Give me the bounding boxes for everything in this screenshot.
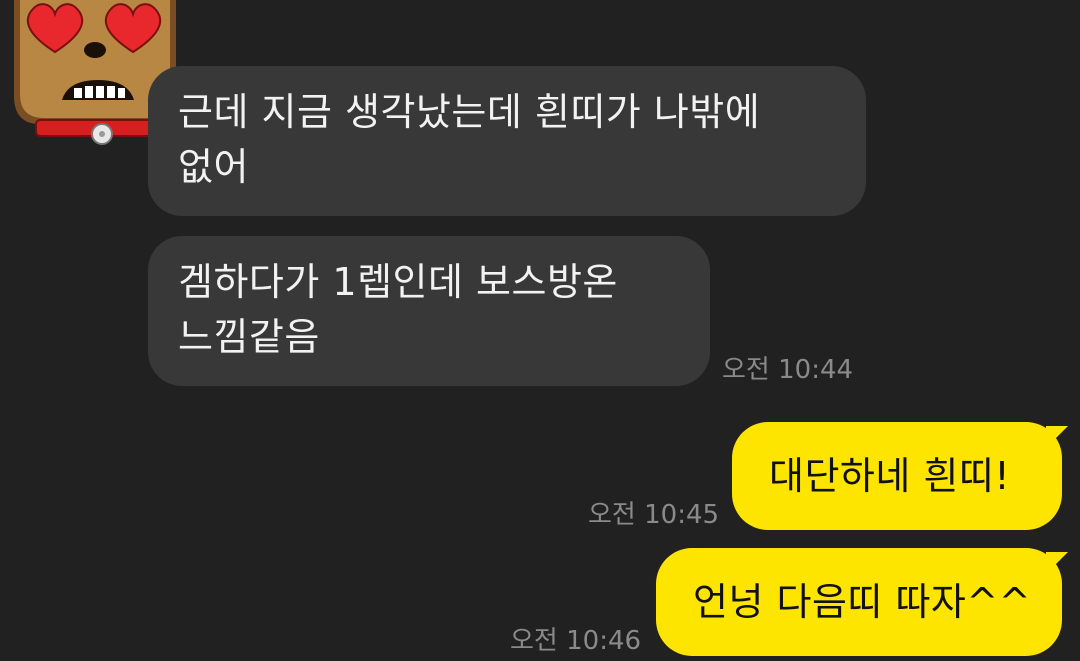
incoming-message-bubble[interactable]: 겜하다가 1렙인데 보스방온 느낌같음 xyxy=(148,236,710,386)
outgoing-message-bubble[interactable]: 대단하네 흰띠! xyxy=(732,422,1062,530)
message-timestamp: 오전 10:46 xyxy=(510,626,642,656)
outgoing-message-bubble[interactable]: 언넝 다음띠 따자^^ xyxy=(656,548,1062,656)
message-text-line: 겜하다가 1렙인데 보스방온 xyxy=(178,260,618,304)
message-text-line: 근데 지금 생각났는데 흰띠가 나밖에 xyxy=(178,90,761,134)
bubble-tail xyxy=(1046,552,1068,574)
message-timestamp: 오전 10:45 xyxy=(588,500,720,530)
message-timestamp: 오전 10:44 xyxy=(722,355,854,385)
message-text-line: 없어 xyxy=(178,145,249,189)
message-text: 언넝 다음띠 따자^^ xyxy=(693,580,1032,624)
incoming-message-bubble[interactable]: 근데 지금 생각났는데 흰띠가 나밖에 없어 xyxy=(148,66,866,216)
message-text-line: 느낌같음 xyxy=(178,315,320,359)
bubble-tail xyxy=(1046,426,1068,448)
message-text: 대단하네 흰띠! xyxy=(769,454,1011,498)
